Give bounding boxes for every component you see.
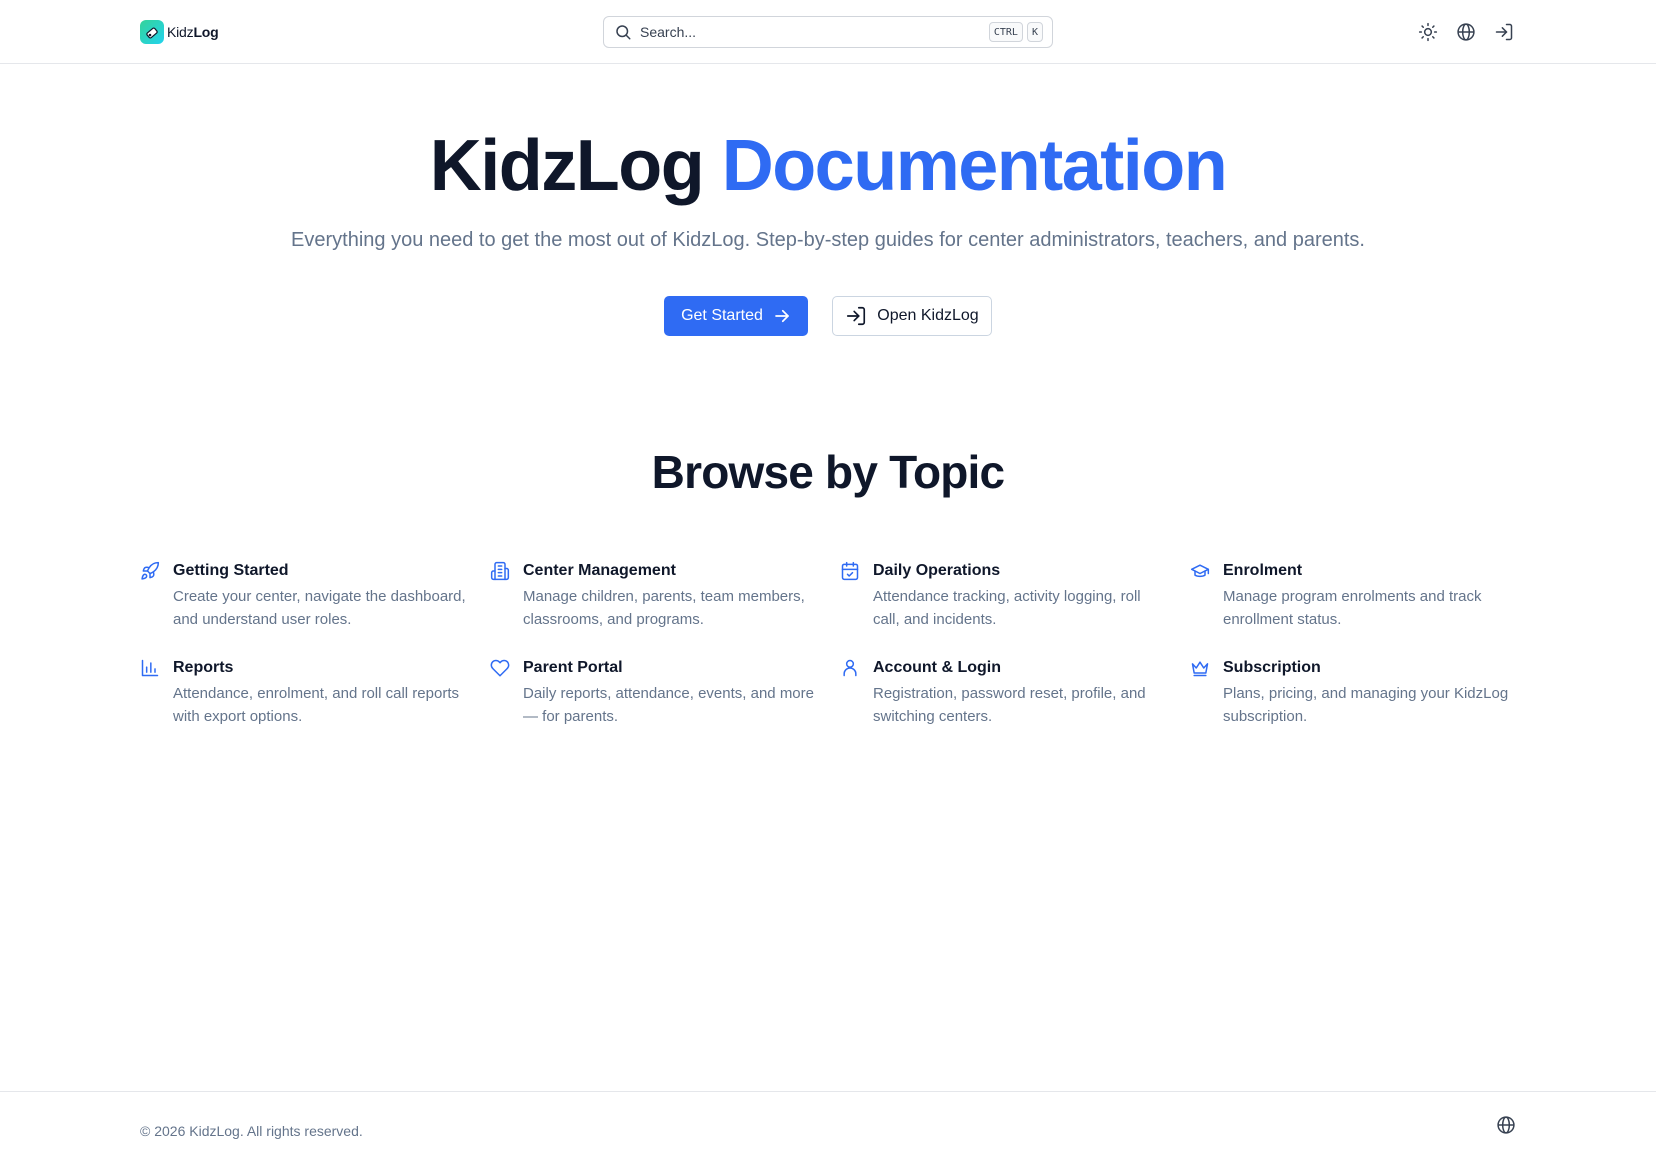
open-kidzlog-button[interactable]: Open KidzLog [832, 296, 992, 336]
logo[interactable]: KidzLog [140, 19, 219, 45]
topic-title: Getting Started [173, 562, 289, 579]
topic-description: Manage children, parents, team members, … [523, 588, 805, 628]
shortcut-key-k: K [1026, 22, 1043, 42]
topic-account-login[interactable]: Account & Login Registration, password r… [840, 657, 1166, 730]
page-subtitle: Everything you need to get the most out … [291, 229, 1365, 251]
topic-description: Attendance tracking, activity logging, r… [873, 588, 1141, 628]
top-header: KidzLog CTRL K [0, 0, 1656, 64]
heart-icon [490, 659, 510, 677]
topic-title: Parent Portal [523, 659, 623, 676]
topic-title: Daily Operations [873, 562, 1001, 579]
topic-center-management[interactable]: Center Management Manage children, paren… [490, 560, 816, 633]
topic-parent-portal[interactable]: Parent Portal Daily reports, attendance,… [490, 657, 816, 730]
arrow-right-icon [775, 309, 789, 323]
topic-text: Center Management Manage children, paren… [523, 560, 816, 633]
copyright-text: © 2026 KidzLog. All rights reserved. [140, 1123, 363, 1139]
language-button[interactable] [1454, 20, 1478, 44]
logo-icon [140, 20, 164, 44]
open-kidzlog-label: Open KidzLog [877, 307, 979, 324]
theme-toggle-button[interactable] [1416, 20, 1440, 44]
topic-text: Parent Portal Daily reports, attendance,… [523, 657, 816, 730]
topic-text: Reports Attendance, enrolment, and roll … [173, 657, 466, 730]
page-title-main: KidzLog [429, 126, 705, 206]
sign-in-icon [847, 306, 866, 326]
topic-text: Enrolment Manage program enrolments and … [1223, 560, 1516, 633]
sun-icon [1418, 22, 1438, 42]
globe-icon [1457, 23, 1475, 41]
topic-title: Account & Login [873, 659, 1001, 676]
calendar-check-icon [841, 561, 859, 581]
topic-text: Subscription Plans, pricing, and managin… [1223, 657, 1516, 730]
page-title-accent: Documentation [721, 126, 1228, 206]
logo-text: KidzLog [167, 24, 219, 40]
rocket-icon [141, 561, 160, 580]
graduation-cap-icon [1190, 564, 1210, 578]
topic-daily-operations[interactable]: Daily Operations Attendance tracking, ac… [840, 560, 1166, 633]
page-title: KidzLog Documentation [0, 124, 1656, 208]
get-started-button[interactable]: Get Started [664, 296, 808, 336]
user-icon [843, 659, 857, 677]
shortcut-key-ctrl: CTRL [988, 22, 1023, 42]
bar-chart-icon [141, 659, 159, 677]
search-input[interactable] [640, 18, 985, 46]
topic-getting-started[interactable]: Getting Started Create your center, navi… [140, 560, 466, 633]
topic-description: Create your center, navigate the dashboa… [173, 588, 466, 628]
topic-description: Daily reports, attendance, events, and m… [523, 685, 814, 725]
topic-description: Manage program enrolments and track enro… [1223, 588, 1482, 628]
topic-title: Center Management [523, 562, 676, 579]
topic-description: Plans, pricing, and managing your KidzLo… [1223, 685, 1509, 725]
globe-icon [1497, 1116, 1515, 1134]
get-started-label: Get Started [681, 307, 763, 324]
header-actions [1416, 20, 1516, 44]
search-icon [616, 25, 631, 40]
crown-icon [1191, 661, 1209, 677]
topic-enrolment[interactable]: Enrolment Manage program enrolments and … [1190, 560, 1516, 633]
hero-actions: Get Started Open KidzLog [664, 296, 992, 336]
footer-language-button[interactable] [1494, 1113, 1518, 1137]
topic-title: Reports [173, 659, 234, 676]
footer: © 2026 KidzLog. All rights reserved. [0, 1091, 1656, 1156]
topic-text: Account & Login Registration, password r… [873, 657, 1166, 730]
topic-text: Daily Operations Attendance tracking, ac… [873, 560, 1166, 633]
topic-title: Subscription [1223, 659, 1321, 676]
sign-in-button[interactable] [1492, 20, 1516, 44]
topic-description: Attendance, enrolment, and roll call rep… [173, 685, 459, 725]
topic-title: Enrolment [1223, 562, 1303, 579]
section-title: Browse by Topic [651, 446, 1005, 498]
topic-reports[interactable]: Reports Attendance, enrolment, and roll … [140, 657, 466, 730]
topic-description: Registration, password reset, profile, a… [873, 685, 1146, 725]
building-icon [490, 561, 510, 581]
search-box[interactable]: CTRL K [603, 16, 1053, 48]
topic-grid: Getting Started Create your center, navi… [140, 560, 1516, 730]
sign-in-icon [1495, 23, 1513, 41]
topic-subscription[interactable]: Subscription Plans, pricing, and managin… [1190, 657, 1516, 730]
topic-text: Getting Started Create your center, navi… [173, 560, 466, 633]
